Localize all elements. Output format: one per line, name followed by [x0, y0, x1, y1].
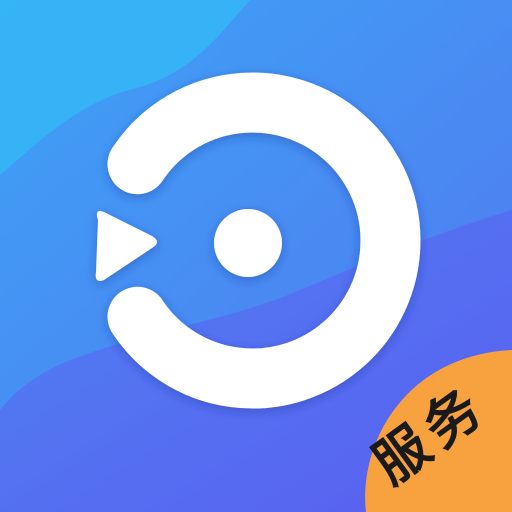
app-icon: 服务 — [0, 0, 512, 512]
logo-center-dot-icon — [214, 209, 282, 277]
